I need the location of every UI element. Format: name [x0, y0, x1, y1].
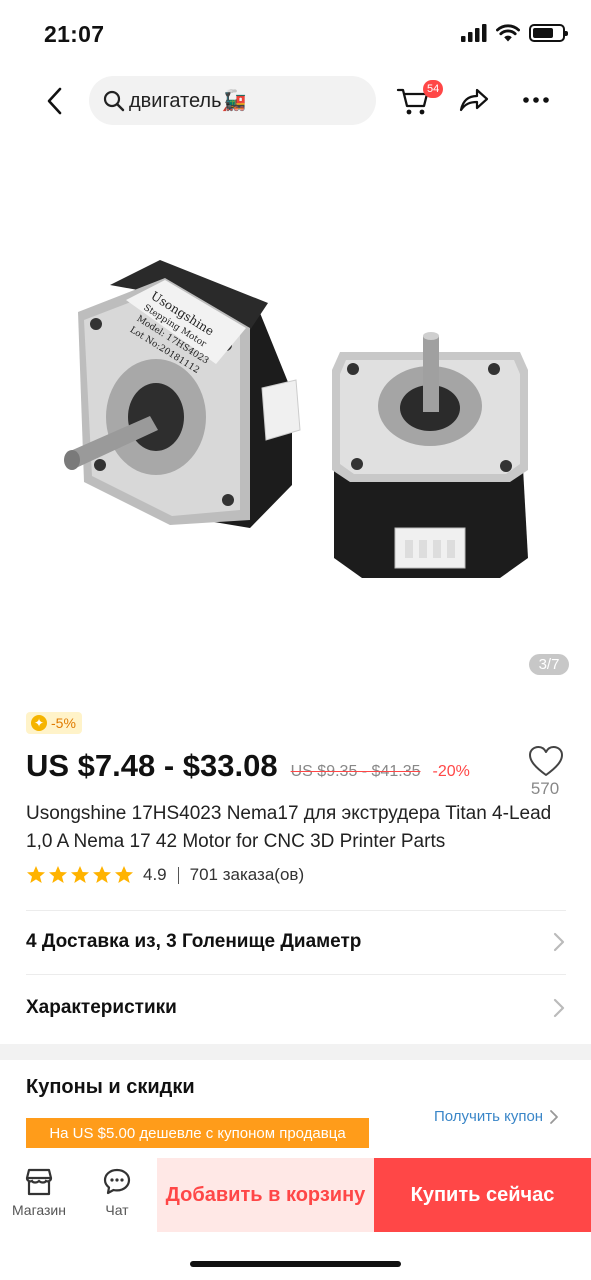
search-icon — [103, 90, 125, 111]
specs-label: Характеристики — [26, 997, 177, 1018]
status-bar: 21:07 — [0, 0, 591, 70]
get-coupon-label: Получить купон — [434, 1108, 544, 1125]
wifi-icon — [496, 24, 520, 42]
star-icon — [71, 866, 89, 883]
star-icon — [49, 866, 67, 883]
star-icon — [115, 866, 133, 883]
price-range: US $7.48 - $33.08 — [26, 748, 278, 783]
wishlist-count: 570 — [530, 779, 560, 798]
coin-discount-value: -5% — [51, 715, 76, 731]
more-dots-icon — [523, 97, 549, 103]
options-label: 4 Доставка из, 3 Голенище Диаметр — [26, 931, 362, 952]
product-title: Usongshine 17HS4023 Nema17 для экструдер… — [26, 803, 552, 852]
star-icon — [93, 866, 111, 883]
discount-percent: -20% — [432, 763, 470, 780]
chat-icon — [103, 1168, 131, 1195]
back-button[interactable] — [36, 82, 74, 120]
rating-row[interactable]: 4.9 701 заказа(ов) — [26, 863, 304, 887]
seller-coupon-banner[interactable]: На US $5.00 дешевле с купоном продавца — [26, 1118, 369, 1148]
chat-button[interactable]: Чат — [82, 1166, 152, 1218]
add-to-cart-button[interactable]: Добавить в корзину — [157, 1158, 374, 1232]
coin-discount-badge: ✦ -5% — [26, 712, 82, 734]
rating-separator — [177, 866, 179, 884]
coupons-title: Купоны и скидки — [26, 1076, 195, 1098]
star-icon — [27, 866, 45, 883]
stepper-motor-right — [332, 332, 528, 578]
cellular-signal-icon — [461, 24, 487, 42]
heart-icon — [529, 746, 563, 776]
wishlist-button[interactable] — [525, 745, 567, 777]
product-image-gallery[interactable]: Usongshine Stepping Motor Model: 17HS4023 L… — [0, 130, 591, 700]
store-label: Магазин — [11, 1202, 66, 1218]
original-price-range: US $9.35 - $41.35 — [290, 763, 421, 780]
stepper-motor-left — [64, 260, 301, 528]
specs-row[interactable]: Характеристики — [26, 978, 566, 1038]
get-coupon-link[interactable]: Получить купон — [434, 1108, 559, 1125]
bottom-action-bar: Магазин Чат Добавить в корзину Купить се… — [0, 1158, 591, 1232]
divider — [26, 974, 566, 975]
store-icon — [25, 1168, 53, 1196]
rating-value: 4.9 — [143, 865, 167, 884]
share-icon — [459, 88, 489, 112]
status-time: 21:07 — [44, 21, 105, 47]
image-counter: 3/7 — [529, 654, 569, 675]
search-query: двигатель🚂 — [129, 90, 247, 112]
chevron-right-icon — [553, 932, 565, 952]
options-row[interactable]: 4 Доставка из, 3 Голенище Диаметр — [26, 912, 566, 972]
home-indicator — [190, 1261, 401, 1267]
buy-now-button[interactable]: Купить сейчас — [374, 1158, 591, 1232]
star-rating — [26, 865, 134, 885]
chat-label: Чат — [105, 1202, 129, 1218]
product-photo: UsongshineStepping MotorModel: 17HS4023L… — [64, 260, 528, 578]
chevron-left-icon — [47, 87, 62, 115]
status-icons — [461, 24, 568, 42]
chevron-right-icon — [553, 998, 565, 1018]
divider — [26, 910, 566, 911]
share-button[interactable] — [457, 84, 489, 116]
battery-icon — [529, 24, 568, 42]
section-gap — [0, 1044, 591, 1060]
orders-count: 701 заказа(ов) — [189, 865, 305, 884]
header: двигатель🚂 54 — [0, 72, 591, 130]
chevron-right-icon — [550, 1109, 558, 1124]
coin-icon: ✦ — [31, 715, 47, 731]
store-button[interactable]: Магазин — [4, 1166, 74, 1218]
cart-count-badge: 54 — [423, 80, 444, 98]
search-input[interactable]: двигатель🚂 — [89, 76, 376, 125]
more-options-button[interactable] — [521, 86, 551, 114]
price-row: US $7.48 - $33.08 US $9.35 - $41.35 -20% — [26, 748, 470, 784]
